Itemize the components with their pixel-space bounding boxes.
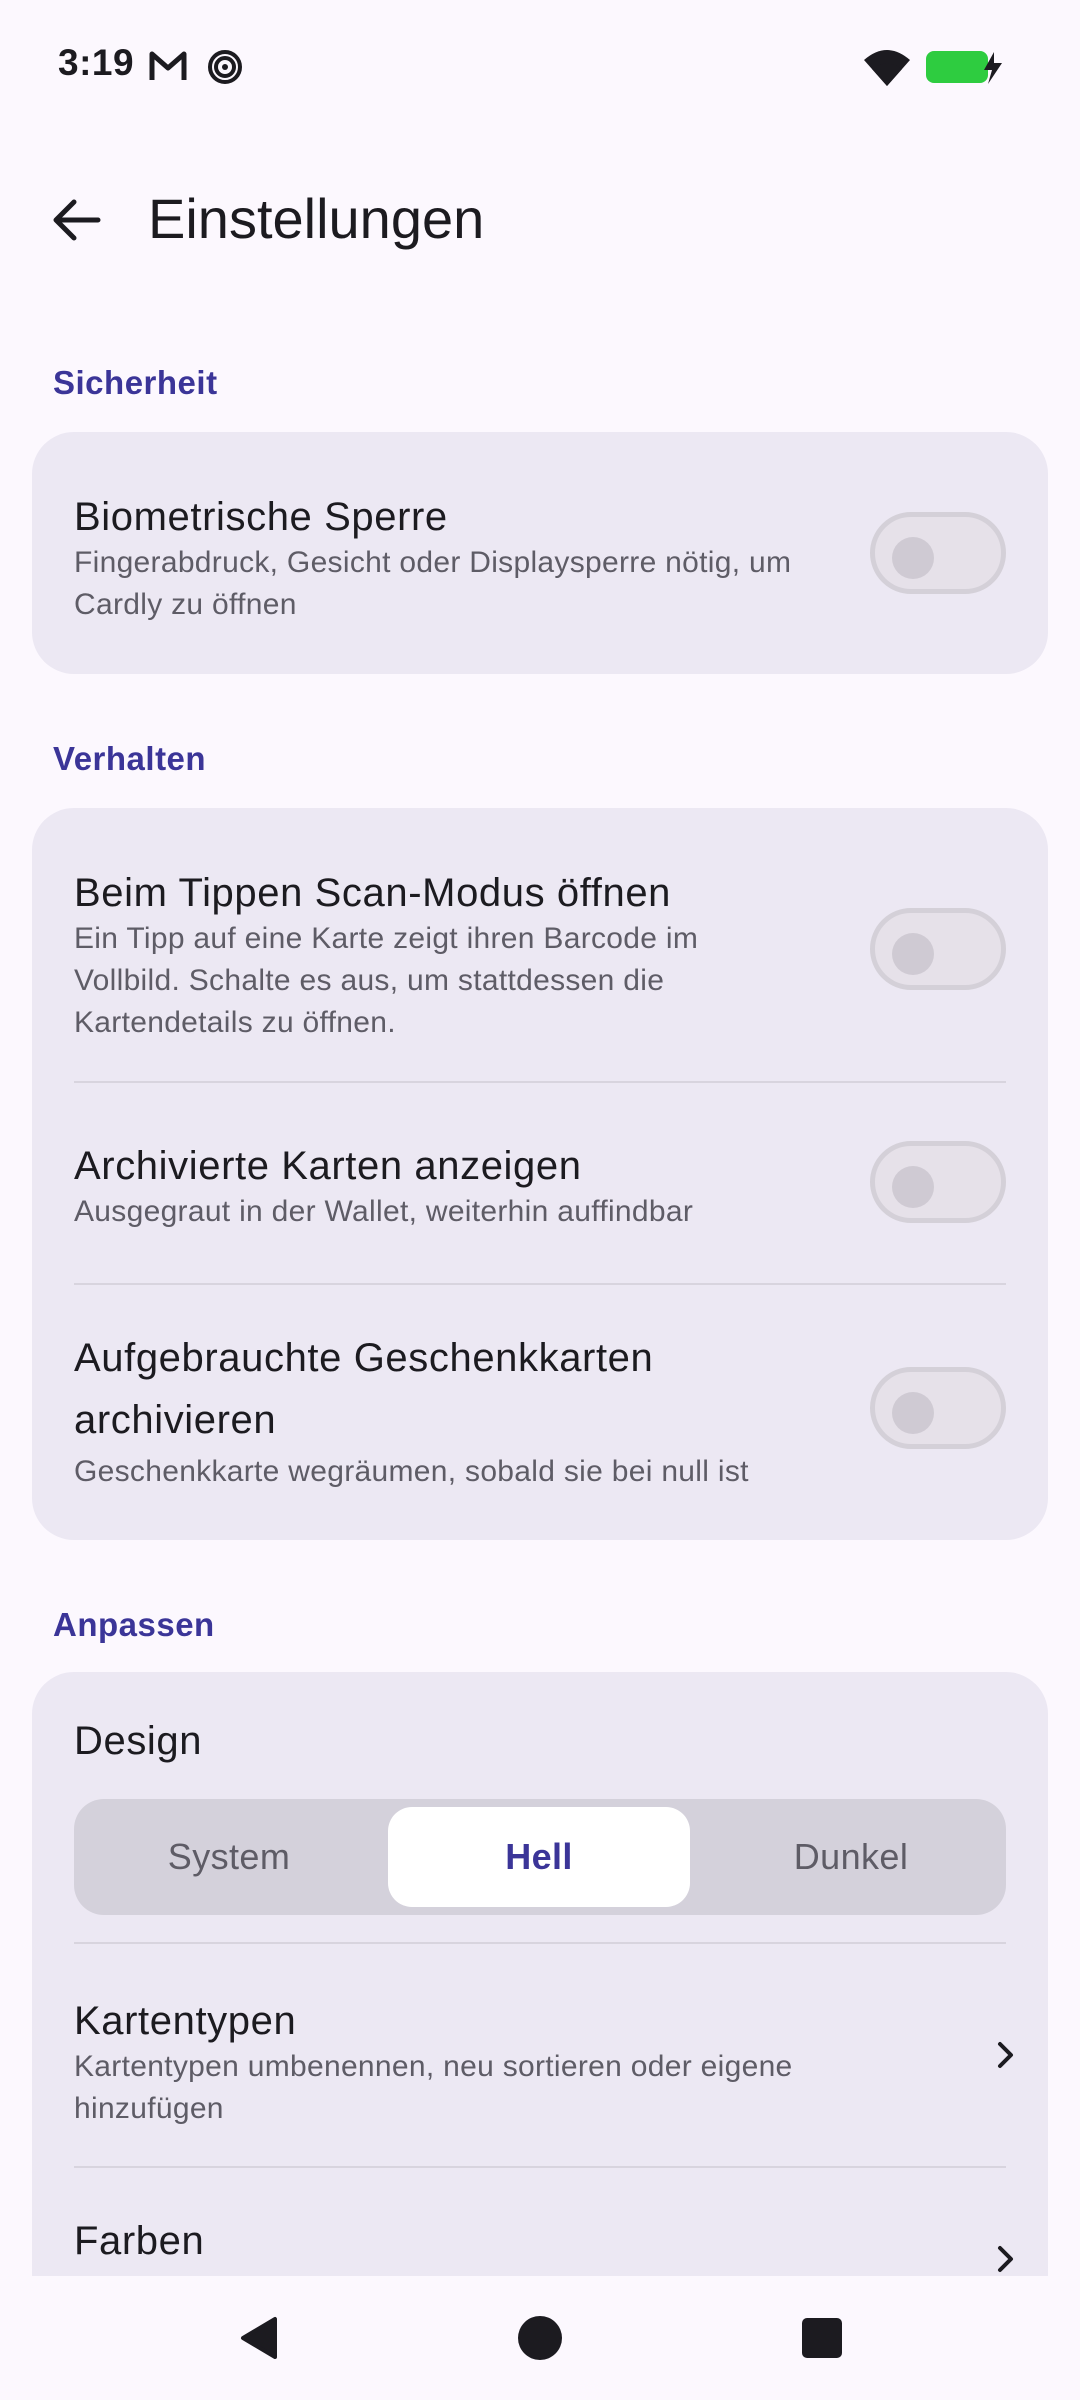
battery-charging-icon (924, 48, 1006, 84)
archive-giftcards-title-line1: Aufgebrauchte Geschenkkarten (74, 1336, 654, 1380)
show-archived-title: Archivierte Karten anzeigen (74, 1144, 582, 1188)
design-segmented-control: System Hell Dunkel (74, 1799, 1006, 1915)
switch-knob (892, 1392, 934, 1434)
back-button[interactable] (28, 172, 124, 268)
biometric-lock-row[interactable]: Biometrische Sperre Fingerabdruck, Gesic… (32, 432, 1048, 674)
top-app-bar: Einstellungen (0, 160, 1080, 270)
chevron-right-icon (998, 2042, 1013, 2068)
chevron-right-icon (998, 2246, 1013, 2272)
card-types-row[interactable]: Kartentypen Kartentypen umbenennen, neu … (32, 1944, 1048, 2166)
nav-recents-button[interactable] (774, 2294, 870, 2382)
switch-knob (892, 933, 934, 975)
design-option-system[interactable]: System (74, 1799, 384, 1915)
gmail-icon (148, 48, 188, 84)
customize-card: Design System Hell Dunkel Kartentypen Ka… (32, 1672, 1048, 2372)
status-bar: 3:19 (0, 0, 1080, 130)
archive-giftcards-switch[interactable] (870, 1367, 1006, 1449)
biometric-lock-switch[interactable] (870, 512, 1006, 594)
security-card: Biometrische Sperre Fingerabdruck, Gesic… (32, 432, 1048, 674)
card-types-title: Kartentypen (74, 1999, 297, 2043)
card-types-subtitle-line1: Kartentypen umbenennen, neu sortieren od… (74, 2050, 793, 2083)
nav-home-button[interactable] (492, 2294, 588, 2382)
biometric-lock-subtitle-line2: Cardly zu öffnen (74, 588, 297, 621)
spiral-app-icon (206, 48, 246, 84)
show-archived-subtitle: Ausgegraut in der Wallet, weiterhin auff… (74, 1195, 694, 1228)
scan-mode-subtitle-line2: Vollbild. Schalte es aus, um stattdessen… (74, 964, 665, 997)
show-archived-row[interactable]: Archivierte Karten anzeigen Ausgegraut i… (32, 1083, 1048, 1283)
design-option-hell[interactable]: Hell (388, 1807, 690, 1907)
page-title: Einstellungen (148, 187, 485, 250)
scan-mode-subtitle-line3: Kartendetails zu öffnen. (74, 1006, 396, 1039)
scan-mode-switch[interactable] (870, 908, 1006, 990)
arrow-back-icon (53, 199, 101, 241)
archive-giftcards-row[interactable]: Aufgebrauchte Geschenkkarten archivieren… (32, 1285, 1048, 1540)
behavior-card: Beim Tippen Scan-Modus öffnen Ein Tipp a… (32, 808, 1048, 1540)
design-option-dunkel[interactable]: Dunkel (696, 1799, 1006, 1915)
show-archived-switch[interactable] (870, 1141, 1006, 1223)
nav-home-icon (518, 2316, 562, 2360)
settings-screen: 3:19 Einstellungen Sicherheit Biometrisc… (0, 0, 1080, 2400)
section-header-customize: Anpassen (53, 1606, 215, 1643)
nav-back-icon (241, 2317, 277, 2359)
system-navigation-bar (0, 2276, 1080, 2400)
archive-giftcards-subtitle: Geschenkkarte wegräumen, sobald sie bei … (74, 1455, 749, 1488)
switch-knob (892, 537, 934, 579)
biometric-lock-subtitle-line1: Fingerabdruck, Gesicht oder Displaysperr… (74, 546, 792, 579)
status-time: 3:19 (58, 42, 135, 83)
wifi-icon (862, 48, 912, 86)
scan-mode-row[interactable]: Beim Tippen Scan-Modus öffnen Ein Tipp a… (32, 808, 1048, 1082)
section-header-behavior: Verhalten (53, 740, 207, 777)
design-title: Design (74, 1719, 203, 1763)
nav-recents-icon (802, 2318, 842, 2358)
scan-mode-title: Beim Tippen Scan-Modus öffnen (74, 871, 672, 915)
section-header-security: Sicherheit (53, 364, 218, 401)
card-types-subtitle-line2: hinzufügen (74, 2092, 224, 2125)
scan-mode-subtitle-line1: Ein Tipp auf eine Karte zeigt ihren Barc… (74, 922, 699, 955)
biometric-lock-title: Biometrische Sperre (74, 495, 448, 539)
switch-knob (892, 1166, 934, 1208)
nav-back-button[interactable] (212, 2294, 308, 2382)
colors-title: Farben (74, 2219, 205, 2263)
archive-giftcards-title-line2: archivieren (74, 1398, 277, 1442)
